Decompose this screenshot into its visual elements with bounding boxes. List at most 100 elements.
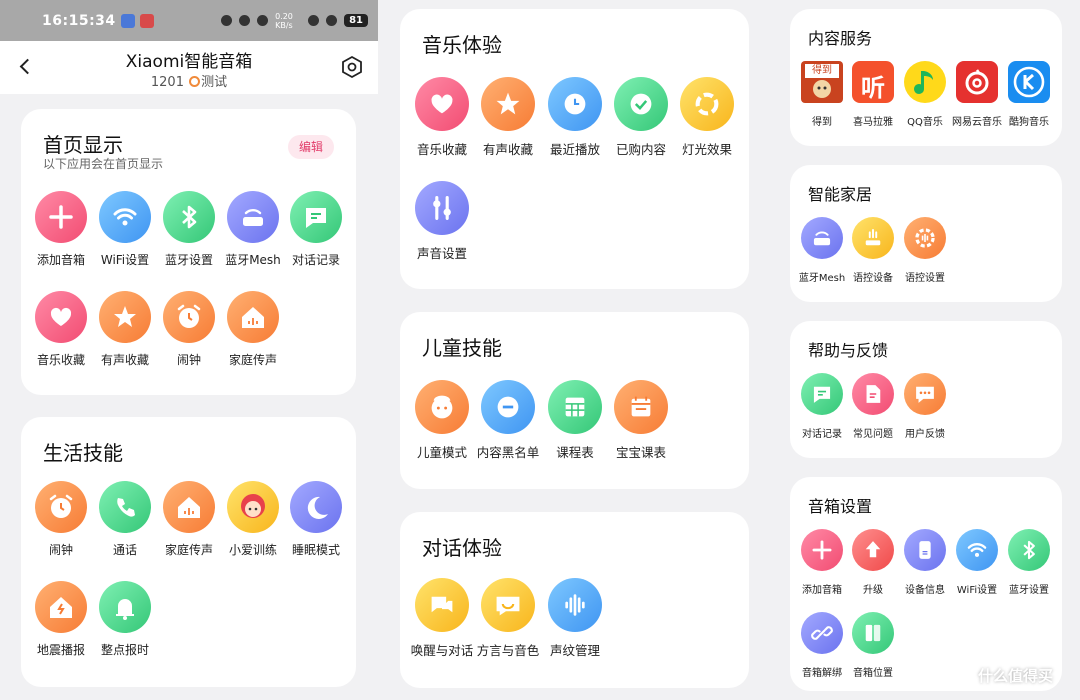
bluetooth-icon	[257, 15, 269, 26]
help-item-label: 用户反馈	[905, 429, 945, 440]
music-item-recent[interactable]: 最近播放	[543, 77, 607, 158]
phone-icon	[99, 481, 151, 533]
router-icon	[227, 191, 279, 243]
life-item-broadcast[interactable]: 家庭传声	[157, 481, 221, 558]
life-item-hourly-chime[interactable]: 整点报时	[93, 581, 157, 658]
heart-icon	[415, 77, 469, 131]
home-item-label: WiFi设置	[100, 253, 150, 267]
star-icon	[481, 77, 535, 131]
kugou-logo-icon	[1008, 61, 1050, 103]
star-icon	[99, 291, 151, 343]
watermark-logo-icon	[952, 664, 974, 686]
music-item-purchased[interactable]: 已购内容	[609, 77, 673, 158]
music-item-label: 灯光效果	[681, 142, 732, 157]
page-subtitle: 1201 测试	[0, 71, 378, 90]
life-item-xiaoai-training[interactable]: 小爱训练	[221, 481, 285, 558]
upload-arrow-icon	[852, 529, 894, 571]
life-item-sleep[interactable]: 睡眠模式	[284, 481, 348, 558]
notification-icon	[139, 13, 154, 28]
home-display-card: 首页显示 以下应用会在首页显示 编辑 添加音箱 WiFi设置 蓝牙设置 蓝牙Me…	[21, 109, 356, 395]
kids-item-label: 儿童模式	[416, 445, 467, 460]
content-item-kugou[interactable]: 酷狗音乐	[997, 61, 1061, 128]
dialog-card: 对话体验 唤醒与对话 方言与音色 声纹管理	[400, 512, 749, 688]
netease-music-logo-icon	[956, 61, 998, 103]
network-speed: 0.20 KB/s	[275, 11, 293, 30]
chat-bubbles-icon	[415, 578, 469, 632]
speaker-location-icon	[852, 612, 894, 654]
life-item-alarm[interactable]: 闹钟	[29, 481, 93, 558]
home-item-label: 闹钟	[176, 353, 201, 367]
speaker-item-location[interactable]: 音箱位置	[841, 612, 905, 679]
home-item-label: 添加音箱	[36, 253, 85, 267]
smile-bubble-icon	[481, 578, 535, 632]
home-item-broadcast[interactable]: 家庭传声	[221, 291, 285, 368]
smarthome-item-voice-settings[interactable]: 语控设置	[893, 217, 957, 284]
speaker-item-bluetooth[interactable]: 蓝牙设置	[997, 529, 1061, 596]
music-item-audio-fav[interactable]: 有声收藏	[476, 77, 540, 158]
life-item-earthquake[interactable]: 地震播报	[29, 581, 93, 658]
smart-home-title: 智能家居	[808, 185, 873, 204]
watermark: 什么值得买	[952, 664, 1053, 686]
home-item-label: 对话记录	[291, 253, 340, 267]
house-voice-icon	[227, 291, 279, 343]
music-item-label: 最近播放	[549, 142, 600, 157]
clock-icon	[548, 77, 602, 131]
life-item-label: 通话	[112, 543, 137, 557]
music-item-fav[interactable]: 音乐收藏	[410, 77, 474, 158]
music-item-lighting[interactable]: 灯光效果	[675, 77, 739, 158]
smarthome-item-label: 语控设置	[905, 273, 945, 284]
sound-wave-icon	[548, 578, 602, 632]
bluetooth-icon	[1008, 529, 1050, 571]
settings-button[interactable]	[340, 55, 364, 79]
kids-item-blacklist[interactable]: 内容黑名单	[476, 380, 540, 461]
dialog-item-voiceprint[interactable]: 声纹管理	[543, 578, 607, 659]
check-icon	[614, 77, 668, 131]
battery-indicator: 81	[344, 14, 368, 27]
home-item-add-speaker[interactable]: 添加音箱	[29, 191, 93, 268]
home-item-alarm[interactable]: 闹钟	[157, 291, 221, 368]
life-item-label: 家庭传声	[164, 543, 213, 557]
dialog-item-dialect[interactable]: 方言与音色	[476, 578, 540, 659]
home-display-title: 首页显示	[43, 133, 123, 157]
status-time: 16:15:34	[42, 12, 116, 29]
speaker-settings-title: 音箱设置	[808, 497, 873, 516]
life-item-label: 整点报时	[100, 643, 149, 657]
kids-item-mode[interactable]: 儿童模式	[410, 380, 474, 461]
kids-item-baby-schedule[interactable]: 宝宝课表	[609, 380, 673, 461]
music-card: 音乐体验 音乐收藏 有声收藏 最近播放 已购内容 灯光效果 声音设置	[400, 9, 749, 289]
home-item-music-fav[interactable]: 音乐收藏	[29, 291, 93, 368]
dialog-item-wake[interactable]: 唤醒与对话	[410, 578, 474, 659]
home-item-wifi[interactable]: WiFi设置	[93, 191, 157, 268]
kids-item-label: 内容黑名单	[476, 445, 540, 460]
kids-card: 儿童技能 儿童模式 内容黑名单 课程表 宝宝课表	[400, 312, 749, 489]
kids-item-schedule[interactable]: 课程表	[543, 380, 607, 461]
home-item-mesh[interactable]: 蓝牙Mesh	[221, 191, 285, 268]
home-item-chat-log[interactable]: 对话记录	[284, 191, 348, 268]
music-item-label: 声音设置	[416, 246, 467, 261]
life-item-label: 地震播报	[36, 643, 85, 657]
help-feedback-card: 帮助与反馈 对话记录 常见问题 用户反馈	[790, 321, 1062, 458]
home-item-label: 蓝牙Mesh	[225, 253, 281, 267]
speaker-item-label: 音箱位置	[853, 668, 893, 679]
life-item-call[interactable]: 通话	[93, 481, 157, 558]
music-item-sound[interactable]: 声音设置	[410, 181, 474, 262]
help-item-feedback[interactable]: 用户反馈	[893, 373, 957, 440]
wifi-icon	[956, 529, 998, 571]
xiaoai-avatar-icon	[227, 481, 279, 533]
home-item-audio-fav[interactable]: 有声收藏	[93, 291, 157, 368]
music-item-label: 有声收藏	[482, 142, 533, 157]
ximalaya-logo-icon: 听	[852, 61, 894, 103]
life-item-label: 睡眠模式	[291, 543, 340, 557]
home-item-label: 音乐收藏	[36, 353, 85, 367]
device-room: 1201	[150, 75, 184, 90]
home-item-label: 有声收藏	[100, 353, 149, 367]
home-display-desc: 以下应用会在首页显示	[43, 157, 164, 171]
music-item-label: 音乐收藏	[416, 142, 467, 157]
edit-button[interactable]: 编辑	[288, 135, 334, 159]
block-icon	[481, 380, 535, 434]
home-item-bluetooth[interactable]: 蓝牙设置	[157, 191, 221, 268]
bell-icon	[99, 581, 151, 633]
status-bar: 16:15:34 0.20 KB/s 81	[0, 0, 378, 41]
grid-calendar-icon	[548, 380, 602, 434]
message-dots-icon	[904, 373, 946, 415]
